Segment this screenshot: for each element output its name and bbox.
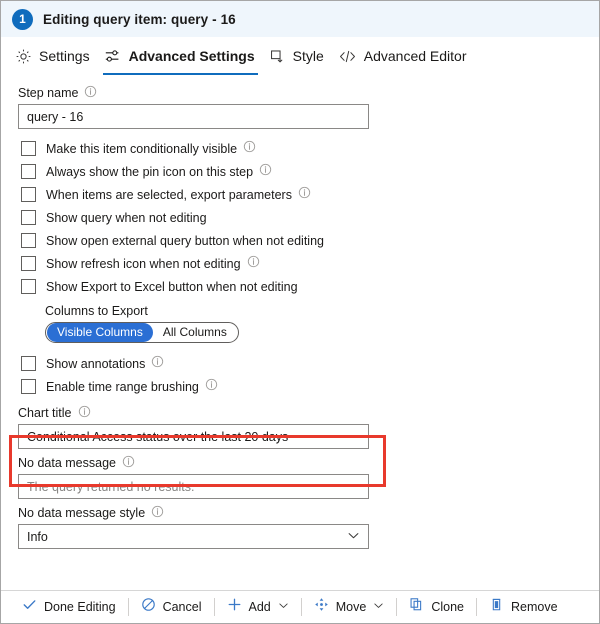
checkbox-conditionally-visible[interactable] [21, 141, 36, 156]
done-editing-button[interactable]: Done Editing [15, 591, 123, 623]
tab-settings-label: Settings [39, 48, 90, 64]
checkbox-label: Show open external query button when not… [46, 233, 324, 248]
checkbox-label: Always show the pin icon on this step [46, 164, 254, 179]
checkbox-label: Enable time range brushing [46, 379, 199, 394]
info-icon[interactable] [78, 405, 91, 421]
plus-icon [227, 597, 242, 617]
checkbox-label: When items are selected, export paramete… [46, 187, 292, 202]
checkbox-label: Make this item conditionally visible [46, 141, 238, 156]
tab-style[interactable]: Style [264, 37, 333, 75]
no-data-message-input[interactable]: The query returned no results. [18, 474, 369, 499]
advanced-settings-form: Step name query - 16 Make this item cond… [1, 75, 599, 549]
info-icon[interactable] [84, 85, 97, 101]
gear-icon [15, 48, 32, 65]
chart-title-input[interactable]: Conditional Access status over the last … [18, 424, 369, 449]
info-icon[interactable] [298, 186, 311, 204]
checkbox-label: Show annotations [46, 356, 146, 371]
code-brackets-icon [338, 48, 357, 65]
tab-advanced-editor-label: Advanced Editor [363, 48, 467, 64]
style-square-icon [269, 48, 286, 65]
checkbox-export-parameters[interactable] [21, 187, 36, 202]
step-name-label-row: Step name [18, 85, 599, 101]
step-name-input[interactable]: query - 16 [18, 104, 369, 129]
checkbox-row-conditionally-visible[interactable]: Make this item conditionally visible [21, 137, 599, 160]
columns-to-export-toggle[interactable]: Visible Columns All Columns [45, 322, 239, 343]
remove-button[interactable]: Remove [482, 591, 565, 623]
checkbox-show-annotations[interactable] [21, 356, 36, 371]
toolbar-separator [396, 598, 398, 616]
step-number-badge: 1 [12, 8, 33, 30]
move-label: Move [335, 600, 367, 614]
no-data-message-label-row: No data message [18, 455, 599, 471]
step-name-label: Step name [18, 86, 79, 100]
done-editing-label: Done Editing [44, 600, 116, 614]
tab-style-label: Style [292, 48, 324, 64]
add-button[interactable]: Add [220, 591, 296, 623]
info-icon[interactable] [151, 505, 164, 521]
checkbox-row-show-export-to-excel[interactable]: Show Export to Excel button when not edi… [21, 275, 599, 298]
trash-icon [489, 597, 504, 617]
checkbox-show-export-to-excel[interactable] [21, 279, 36, 294]
checkbox-label: Show Export to Excel button when not edi… [46, 279, 298, 294]
info-icon[interactable] [151, 355, 164, 373]
page-title: Editing query item: query - 16 [43, 11, 236, 27]
clone-button[interactable]: Clone [402, 591, 471, 623]
toolbar-separator [300, 598, 302, 616]
toolbar-separator [476, 598, 477, 616]
info-icon[interactable] [122, 455, 135, 471]
pill-all-columns[interactable]: All Columns [153, 323, 237, 342]
cancel-label: Cancel [162, 600, 202, 614]
chevron-down-icon[interactable] [373, 598, 384, 616]
info-icon[interactable] [247, 255, 260, 273]
tab-advanced-settings[interactable]: Advanced Settings [99, 37, 264, 75]
copy-icon [409, 597, 424, 617]
checkbox-row-show-annotations[interactable]: Show annotations [21, 352, 599, 375]
info-icon[interactable] [243, 140, 256, 158]
move-arrows-icon [314, 597, 329, 617]
no-data-message-label: No data message [18, 456, 116, 470]
chevron-down-icon [347, 529, 360, 545]
checkbox-always-show-pin[interactable] [21, 164, 36, 179]
no-data-message-style-label: No data message style [18, 506, 146, 520]
editing-query-item-panel: 1 Editing query item: query - 16 Setting… [0, 0, 600, 624]
chart-title-label: Chart title [18, 406, 72, 420]
remove-label: Remove [511, 600, 558, 614]
block-icon [141, 597, 156, 617]
checkbox-row-enable-time-range-brushing[interactable]: Enable time range brushing [21, 375, 599, 398]
chevron-down-icon[interactable] [278, 598, 289, 616]
panel-header: 1 Editing query item: query - 16 [1, 1, 599, 37]
tab-bar: Settings Advanced Settings Style Advance… [1, 37, 599, 75]
no-data-message-style-value: Info [27, 529, 48, 544]
toolbar-separator [127, 598, 129, 616]
no-data-message-style-label-row: No data message style [18, 505, 599, 521]
checkbox-row-show-refresh-icon[interactable]: Show refresh icon when not editing [21, 252, 599, 275]
checkbox-row-show-query[interactable]: Show query when not editing [21, 206, 599, 229]
add-label: Add [248, 600, 271, 614]
toolbar-separator [213, 598, 215, 616]
no-data-message-style-select[interactable]: Info [18, 524, 369, 549]
checkbox-row-always-show-pin[interactable]: Always show the pin icon on this step [21, 160, 599, 183]
tab-advanced-settings-label: Advanced Settings [128, 48, 255, 64]
checkbox-row-export-parameters[interactable]: When items are selected, export paramete… [21, 183, 599, 206]
info-icon[interactable] [205, 378, 218, 396]
bottom-toolbar: Done Editing Cancel Add Move Clone Remov… [1, 590, 599, 623]
info-icon[interactable] [259, 163, 272, 181]
checkbox-show-query[interactable] [21, 210, 36, 225]
columns-to-export-label: Columns to Export [45, 304, 148, 318]
checkbox-show-external-query-button[interactable] [21, 233, 36, 248]
move-button[interactable]: Move [307, 591, 392, 623]
checkbox-show-refresh-icon[interactable] [21, 256, 36, 271]
chart-title-label-row: Chart title [18, 405, 599, 421]
sliders-icon [104, 47, 122, 65]
checkbox-label: Show refresh icon when not editing [46, 256, 241, 271]
checkbox-label: Show query when not editing [46, 210, 207, 225]
tab-settings[interactable]: Settings [10, 37, 99, 75]
checkbox-enable-time-range-brushing[interactable] [21, 379, 36, 394]
cancel-button[interactable]: Cancel [134, 591, 209, 623]
checkbox-row-show-external-query-button[interactable]: Show open external query button when not… [21, 229, 599, 252]
clone-label: Clone [431, 600, 464, 614]
pill-visible-columns[interactable]: Visible Columns [47, 323, 153, 342]
tab-advanced-editor[interactable]: Advanced Editor [333, 37, 476, 75]
checkmark-icon [22, 597, 37, 617]
